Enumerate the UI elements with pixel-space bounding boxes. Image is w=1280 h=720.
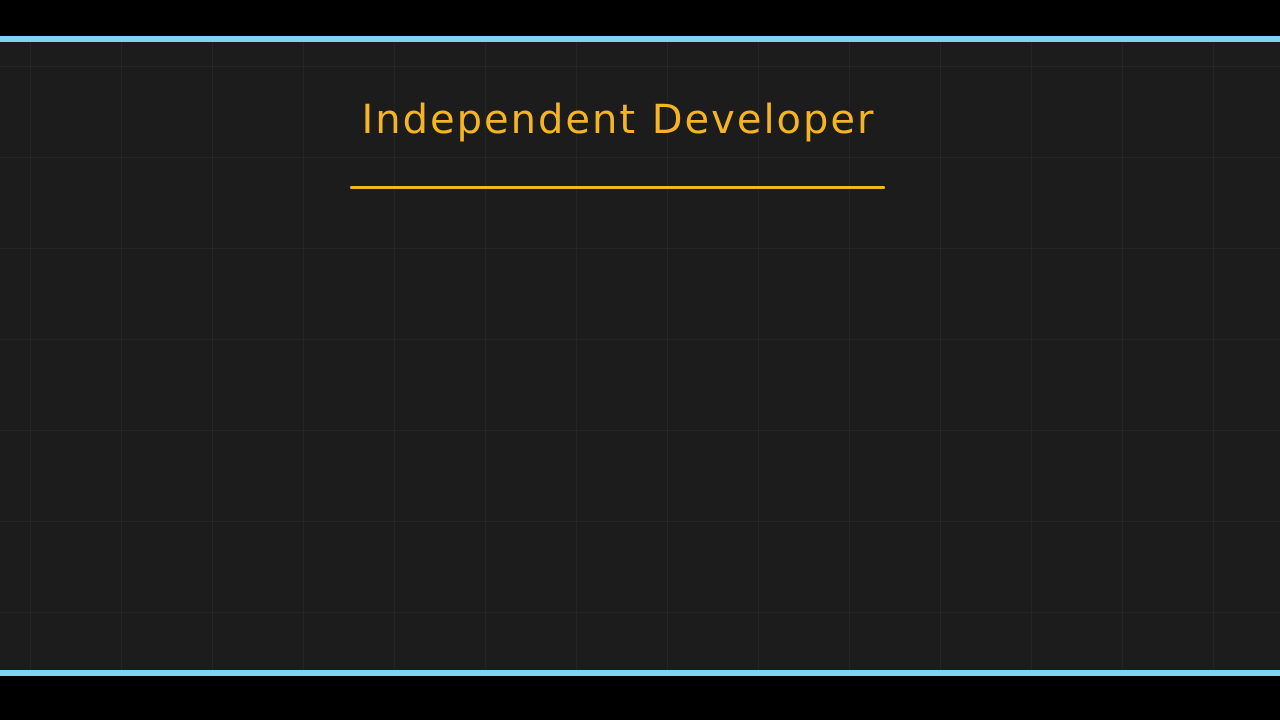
bottom-accent-bar <box>0 670 1280 676</box>
title-underline <box>350 186 885 189</box>
slide-title: Independent Developer <box>361 97 876 143</box>
blackboard-canvas: Independent Developer <box>0 42 1280 670</box>
video-frame: Independent Developer <box>0 0 1280 720</box>
